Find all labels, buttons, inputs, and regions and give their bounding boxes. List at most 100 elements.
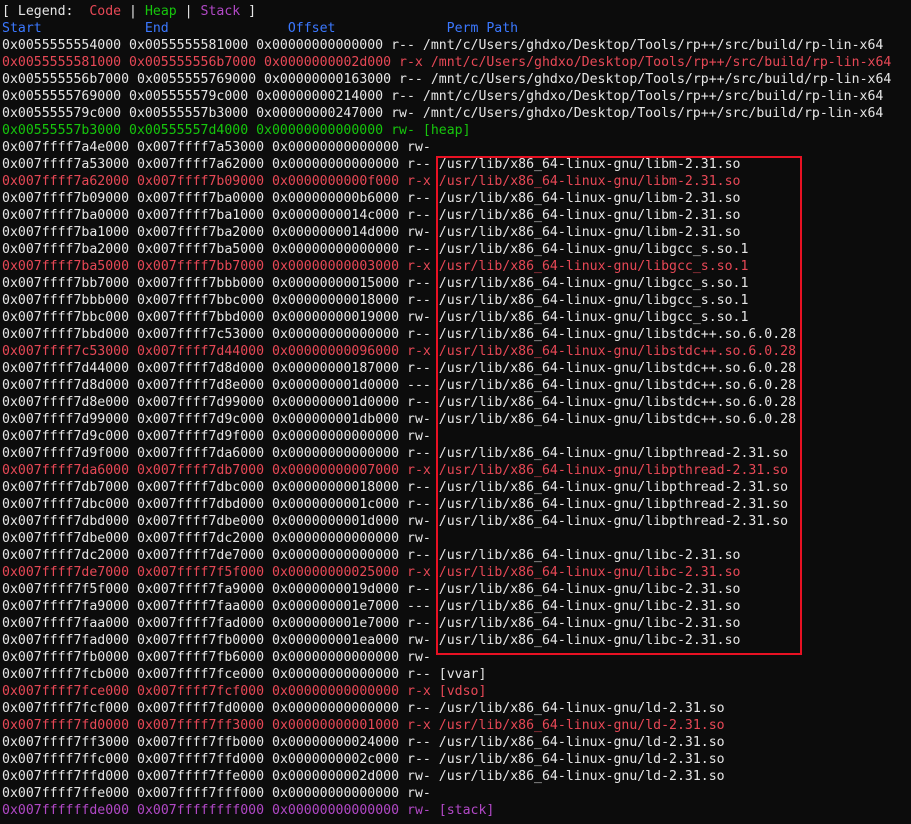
row-permissions: r--: [407, 480, 431, 495]
row-permissions: rw-: [407, 514, 431, 529]
row-start-address: 0x007ffff7bbc000: [2, 310, 130, 325]
row-path: /usr/lib/x86_64-linux-gnu/libstdc++.so.6…: [438, 395, 797, 410]
memory-map-row: 0x007ffff7dbc000 0x007ffff7dbd000 0x0000…: [2, 496, 911, 513]
row-offset: 0x00000000000000: [256, 123, 384, 138]
row-path: /usr/lib/x86_64-linux-gnu/libgcc_s.so.1: [438, 310, 749, 325]
row-offset: 0x00000000000000: [272, 786, 400, 801]
memory-map-row: 0x007ffff7d9c000 0x007ffff7d9f000 0x0000…: [2, 428, 911, 445]
header-end: End: [144, 21, 169, 36]
row-path: /usr/lib/x86_64-linux-gnu/libc-2.31.so: [438, 582, 741, 597]
row-path: /mnt/c/Users/ghdxo/Desktop/Tools/rp++/sr…: [430, 55, 892, 70]
memory-map-row: 0x007ffff7d8d000 0x007ffff7d8e000 0x0000…: [2, 377, 911, 394]
memory-map-row: 0x007ffff7da6000 0x007ffff7db7000 0x0000…: [2, 462, 911, 479]
row-offset: 0x0000000014c000: [272, 208, 400, 223]
row-permissions: r-x: [407, 174, 431, 189]
memory-map-row: 0x007ffff7ba1000 0x007ffff7ba2000 0x0000…: [2, 224, 911, 241]
row-end-address: 0x007ffff7d99000: [137, 395, 265, 410]
row-path: /usr/lib/x86_64-linux-gnu/libm-2.31.so: [438, 208, 741, 223]
legend-open: [ Legend:: [2, 4, 90, 19]
row-start-address: 0x007ffff7dbd000: [2, 514, 130, 529]
memory-map-row: 0x007ffff7dc2000 0x007ffff7de7000 0x0000…: [2, 547, 911, 564]
row-end-address: 0x007ffff7ffb000: [137, 735, 265, 750]
memory-map-row: 0x007ffff7c53000 0x007ffff7d44000 0x0000…: [2, 343, 911, 360]
row-end-address: 0x007ffff7bbc000: [137, 293, 265, 308]
row-path: /usr/lib/x86_64-linux-gnu/libc-2.31.so: [438, 565, 741, 580]
row-permissions: rw-: [407, 786, 431, 801]
column-header-row: Start End Offset Perm Path: [2, 20, 911, 37]
row-start-address: 0x007ffff7d8d000: [2, 378, 130, 393]
row-end-address: 0x007ffff7d8d000: [137, 361, 265, 376]
row-offset: 0x00000000000000: [272, 531, 400, 546]
row-start-address: 0x005555579c000: [2, 106, 122, 121]
row-permissions: r--: [407, 701, 431, 716]
row-offset: 0x0000000002c000: [272, 752, 400, 767]
row-offset: 0x00000000000000: [272, 650, 400, 665]
row-permissions: rw-: [407, 412, 431, 427]
memory-map-row: 0x007ffff7a4e000 0x007ffff7a53000 0x0000…: [2, 139, 911, 156]
memory-map-row: 0x007ffff7fcf000 0x007ffff7fd0000 0x0000…: [2, 700, 911, 717]
memory-map-row: 0x007ffff7faa000 0x007ffff7fad000 0x0000…: [2, 615, 911, 632]
row-permissions: rw-: [407, 140, 431, 155]
row-permissions: r-x: [407, 684, 431, 699]
row-start-address: 0x007ffff7fcf000: [2, 701, 130, 716]
row-offset: 0x00000000000000: [272, 803, 400, 818]
row-start-address: 0x007ffff7ba2000: [2, 242, 130, 257]
row-start-address: 0x007ffff7d9f000: [2, 446, 130, 461]
header-path: Path: [486, 21, 519, 36]
row-offset: 0x000000001d0000: [272, 378, 400, 393]
row-start-address: 0x007ffff7dbc000: [2, 497, 130, 512]
row-start-address: 0x007ffff7bbb000: [2, 293, 130, 308]
row-end-address: 0x007ffff7bb7000: [137, 259, 265, 274]
row-start-address: 0x0055555769000: [2, 89, 122, 104]
memory-map-rows: 0x0055555554000 0x0055555581000 0x000000…: [2, 37, 911, 819]
row-end-address: 0x007ffff7de7000: [137, 548, 265, 563]
row-offset: 0x00000000000000: [272, 684, 400, 699]
memory-map-row: 0x007ffff7bb7000 0x007ffff7bbb000 0x0000…: [2, 275, 911, 292]
row-path: /usr/lib/x86_64-linux-gnu/libgcc_s.so.1: [438, 293, 749, 308]
row-path: /usr/lib/x86_64-linux-gnu/libc-2.31.so: [438, 599, 741, 614]
row-offset: 0x00000000000000: [272, 140, 400, 155]
row-offset: 0x00000000000000: [272, 446, 400, 461]
row-offset: 0x000000001e7000: [272, 599, 400, 614]
row-offset: 0x00000000163000: [264, 72, 392, 87]
row-end-address: 0x007ffff7f5f000: [137, 565, 265, 580]
memory-map-row: 0x005555556b7000 0x0055555769000 0x00000…: [2, 71, 911, 88]
row-end-address: 0x007ffff7d9f000: [137, 429, 265, 444]
row-start-address: 0x007ffff7ffc000: [2, 752, 130, 767]
row-path: /usr/lib/x86_64-linux-gnu/libc-2.31.so: [438, 633, 741, 648]
row-permissions: r--: [399, 72, 423, 87]
row-start-address: 0x007ffffffde000: [2, 803, 130, 818]
row-path: /usr/lib/x86_64-linux-gnu/libpthread-2.3…: [438, 480, 789, 495]
row-end-address: 0x007ffff7dbe000: [137, 514, 265, 529]
row-start-address: 0x007ffff7b09000: [2, 191, 130, 206]
memory-map-row: 0x007ffff7fd0000 0x007ffff7ff3000 0x0000…: [2, 717, 911, 734]
row-permissions: rw-: [391, 123, 415, 138]
row-permissions: rw-: [407, 769, 431, 784]
row-permissions: r--: [407, 395, 431, 410]
row-permissions: r--: [407, 361, 431, 376]
row-end-address: 0x007ffff7fff000: [137, 786, 265, 801]
row-offset: 0x000000001db000: [272, 412, 400, 427]
row-end-address: 0x00555557b3000: [129, 106, 249, 121]
memory-map-row: 0x007ffff7ff3000 0x007ffff7ffb000 0x0000…: [2, 734, 911, 751]
memory-map-row: 0x007ffff7d8e000 0x007ffff7d99000 0x0000…: [2, 394, 911, 411]
row-end-address: 0x005555556b7000: [129, 55, 257, 70]
row-end-address: 0x007ffff7faa000: [137, 599, 265, 614]
row-start-address: 0x007ffff7db7000: [2, 480, 130, 495]
row-start-address: 0x007ffff7fcb000: [2, 667, 130, 682]
row-start-address: 0x007ffff7ba5000: [2, 259, 130, 274]
row-permissions: rw-: [407, 650, 431, 665]
row-end-address: 0x007ffff7bbd000: [137, 310, 265, 325]
row-path: /usr/lib/x86_64-linux-gnu/libstdc++.so.6…: [438, 327, 797, 342]
row-path: /usr/lib/x86_64-linux-gnu/ld-2.31.so: [438, 701, 725, 716]
memory-map-row: 0x007ffff7b09000 0x007ffff7ba0000 0x0000…: [2, 190, 911, 207]
row-start-address: 0x005555556b7000: [2, 72, 130, 87]
row-permissions: rw-: [391, 106, 415, 121]
memory-map-row: 0x0055555769000 0x005555579c000 0x000000…: [2, 88, 911, 105]
memory-map-row: 0x007ffff7db7000 0x007ffff7dbc000 0x0000…: [2, 479, 911, 496]
memory-map-row: 0x007ffff7fce000 0x007ffff7fcf000 0x0000…: [2, 683, 911, 700]
row-start-address: 0x007ffff7d99000: [2, 412, 130, 427]
row-offset: 0x00000000001000: [272, 718, 400, 733]
row-start-address: 0x007ffff7fd0000: [2, 718, 130, 733]
memory-map-row: 0x00555557b3000 0x00555557d4000 0x000000…: [2, 122, 911, 139]
